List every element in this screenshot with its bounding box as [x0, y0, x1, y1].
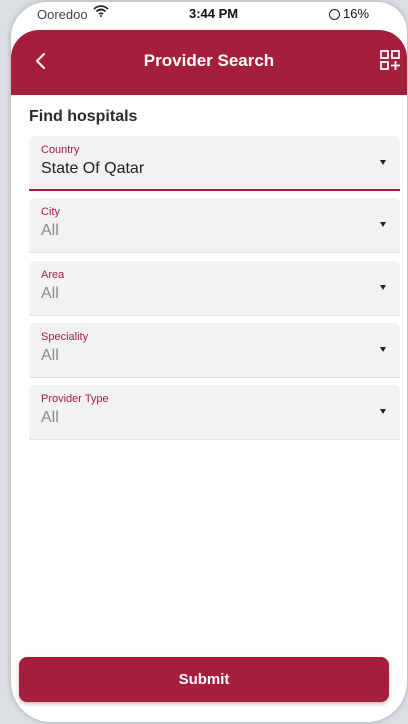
city-label: City [41, 206, 60, 218]
battery-icon [329, 9, 340, 20]
qr-code-icon[interactable] [379, 49, 401, 71]
dropdown-arrow-icon [380, 222, 386, 227]
city-dropdown[interactable]: City All [29, 198, 400, 253]
battery-percent: 16% [343, 6, 370, 21]
speciality-value: All [41, 347, 59, 364]
area-dropdown[interactable]: Area All [29, 261, 400, 316]
clock: 3:44 PM [189, 6, 239, 21]
submit-button[interactable]: Submit [19, 657, 389, 702]
battery-status: 16% [329, 6, 369, 21]
area-label: Area [41, 269, 65, 281]
section-title: Find hospitals [29, 108, 138, 125]
provider-type-value: All [41, 409, 59, 426]
app-header: Provider Search [11, 30, 407, 95]
speciality-dropdown[interactable]: Speciality All [29, 323, 400, 378]
phone-screen: Ooredoo 3:44 PM 16% Provider Search Find… [11, 2, 407, 722]
dropdown-arrow-icon [380, 160, 386, 165]
area-value: All [41, 285, 59, 302]
provider-type-dropdown[interactable]: Provider Type All [29, 385, 400, 440]
country-value: State Of Qatar [41, 160, 145, 177]
speciality-label: Speciality [41, 331, 89, 343]
country-dropdown[interactable]: Country State Of Qatar [29, 136, 400, 191]
page-title: Provider Search [143, 51, 275, 70]
city-value: All [41, 222, 59, 239]
wifi-icon [93, 5, 109, 17]
dropdown-arrow-icon [380, 347, 386, 352]
dropdown-arrow-icon [380, 285, 386, 290]
carrier-name: Ooredoo [37, 7, 88, 22]
country-label: Country [41, 144, 80, 156]
provider-type-label: Provider Type [41, 393, 109, 405]
dropdown-arrow-icon [380, 409, 386, 414]
